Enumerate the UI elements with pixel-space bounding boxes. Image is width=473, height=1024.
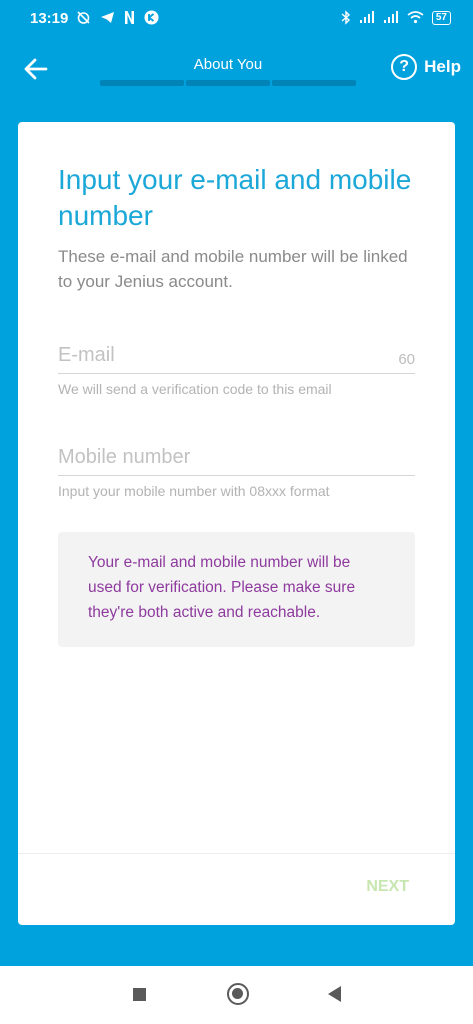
email-char-counter: 60 <box>398 351 415 368</box>
email-helper-text: We will send a verification code to this… <box>58 381 332 397</box>
netflix-icon <box>125 11 134 24</box>
card-footer: NEXT <box>18 853 455 926</box>
info-text: Your e-mail and mobile number will be us… <box>88 554 356 621</box>
signal-icon-2 <box>383 11 398 23</box>
form-card: Input your e-mail and mobile number Thes… <box>18 122 455 925</box>
signal-icon <box>359 11 374 23</box>
telegram-icon <box>101 12 114 23</box>
arrow-left-icon[interactable] <box>22 55 50 83</box>
email-field-group: 60 We will send a verification code to t… <box>58 344 415 397</box>
status-time: 13:19 <box>30 10 69 27</box>
system-nav-bar <box>0 966 473 1024</box>
progress-segment <box>100 80 184 86</box>
next-button[interactable]: NEXT <box>366 878 409 896</box>
step-progress-bar <box>100 80 356 86</box>
mobile-helper-text: Input your mobile number with 08xxx form… <box>58 483 330 499</box>
top-bar: About You ? Help <box>0 38 473 98</box>
app-k-icon <box>144 10 159 25</box>
mobile-number-field[interactable] <box>58 446 415 476</box>
mobile-field-group: Input your mobile number with 08xxx form… <box>58 446 415 499</box>
email-field[interactable] <box>58 344 415 374</box>
help-label: Help <box>424 57 461 76</box>
square-icon[interactable] <box>133 988 146 1001</box>
circle-icon[interactable] <box>227 983 249 1005</box>
system-icons: 57 <box>341 10 451 25</box>
page-title: About You <box>193 56 263 73</box>
form-heading: Input your e-mail and mobile number <box>58 164 412 231</box>
form-subtitle: These e-mail and mobile number will be l… <box>58 247 408 291</box>
triangle-back-icon[interactable] <box>328 986 341 1002</box>
help-button[interactable]: ? Help <box>391 54 461 80</box>
info-box: Your e-mail and mobile number will be us… <box>58 532 415 647</box>
status-bar: 13:19 57 <box>0 0 473 38</box>
alarm-off-icon <box>77 11 90 24</box>
notification-icons <box>76 10 159 25</box>
battery-icon: 57 <box>431 10 451 25</box>
progress-segment <box>272 80 356 86</box>
wifi-icon <box>407 11 424 24</box>
progress-segment <box>186 80 270 86</box>
question-circle-icon: ? <box>391 54 418 80</box>
bluetooth-icon <box>341 10 350 25</box>
